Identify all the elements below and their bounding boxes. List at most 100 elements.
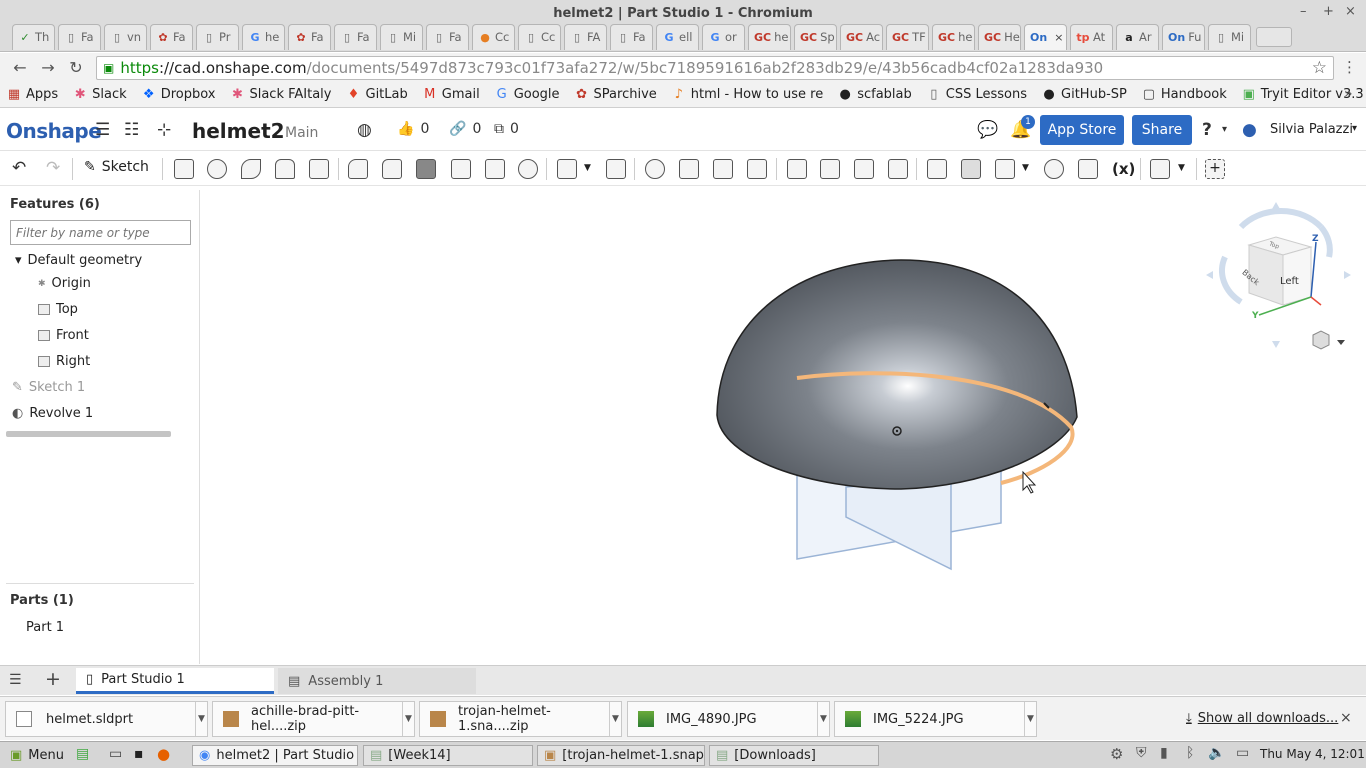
download-item[interactable]: helmet.sldprt ▼ <box>5 701 208 737</box>
browser-tab[interactable]: ▯ FA <box>564 23 607 50</box>
reload-button[interactable]: ↻ <box>62 58 90 77</box>
close-window-button[interactable]: × <box>1345 4 1356 19</box>
likes[interactable]: 👍 0 <box>397 121 429 137</box>
extrude-icon[interactable] <box>174 159 194 179</box>
tab-assembly-1[interactable]: ▤ Assembly 1 <box>278 668 476 694</box>
links[interactable]: 🔗 0 <box>449 121 481 137</box>
feature-front-plane[interactable]: Front <box>38 328 89 343</box>
measure-icon[interactable] <box>1044 159 1064 179</box>
clock[interactable]: Thu May 4, 12:01 <box>1260 747 1365 761</box>
bookmark-item[interactable]: ♪ html - How to use re <box>671 87 824 102</box>
model-canvas[interactable] <box>201 187 1366 665</box>
mirror-icon[interactable] <box>606 159 626 179</box>
bookmark-star-icon[interactable]: ☆ <box>1312 58 1327 78</box>
address-bar[interactable]: ▣ https://cad.onshape.com/documents/5497… <box>96 56 1334 80</box>
document-name[interactable]: helmet2 <box>192 119 285 143</box>
maximize-button[interactable]: + <box>1323 4 1334 19</box>
battery-icon[interactable]: ▭ <box>1236 745 1249 761</box>
browser-tab[interactable]: ✿ Fa <box>150 23 193 50</box>
browser-tab[interactable]: On Fu <box>1162 23 1205 50</box>
viewcube-face-left[interactable]: Left <box>1280 276 1299 287</box>
custom-features-icon[interactable] <box>1150 159 1170 179</box>
download-menu-chevron-icon[interactable]: ▼ <box>1024 702 1036 736</box>
shell-icon[interactable] <box>485 159 505 179</box>
bookmark-item[interactable]: ❖ Dropbox <box>141 87 216 102</box>
comments-icon[interactable]: 💬 <box>977 120 998 140</box>
feature-list-scrollbar[interactable] <box>6 431 171 437</box>
shield-icon[interactable]: ⛨ <box>1136 745 1147 761</box>
browser-tab[interactable]: ▯ Fa <box>334 23 377 50</box>
pattern-icon[interactable] <box>557 159 577 179</box>
rib-icon[interactable] <box>451 159 471 179</box>
helix-chevron-down-icon[interactable]: ▼ <box>1022 163 1029 173</box>
browser-tab[interactable]: ▯ Pr <box>196 23 239 50</box>
move-face-icon[interactable] <box>854 159 874 179</box>
feature-default-geometry[interactable]: ▾ Default geometry <box>15 253 142 268</box>
tab-part-studio-1[interactable]: ▯ Part Studio 1 <box>76 668 274 694</box>
mate-connector-icon[interactable] <box>961 159 981 179</box>
draft-icon[interactable] <box>416 159 436 179</box>
view-mode-icon[interactable] <box>1312 330 1345 350</box>
delete-part-icon[interactable] <box>747 159 767 179</box>
sweep-icon[interactable] <box>241 159 261 179</box>
custom-chevron-down-icon[interactable]: ▼ <box>1178 163 1185 173</box>
start-menu-button[interactable]: ▣ Menu <box>4 745 70 766</box>
download-menu-chevron-icon[interactable]: ▼ <box>195 702 207 736</box>
parts-divider[interactable] <box>6 583 194 584</box>
part-item[interactable]: Part 1 <box>26 620 64 635</box>
bookmark-item[interactable]: G Google <box>494 87 560 102</box>
feature-filter-input[interactable] <box>10 220 191 245</box>
taskbar-window[interactable]: ▤ [Week14] <box>363 745 533 766</box>
thicken-icon[interactable] <box>309 159 329 179</box>
taskbar-window[interactable]: ▤ [Downloads] <box>709 745 879 766</box>
feature-list-icon[interactable]: ☷ <box>124 120 139 140</box>
taskbar-window[interactable]: ▣ [trojan-helmet-1.snap... <box>537 745 705 766</box>
boolean-icon[interactable] <box>645 159 665 179</box>
user-name[interactable]: Silvia Palazzi <box>1270 122 1353 137</box>
network-icon[interactable]: ▮ <box>1160 745 1168 761</box>
hole-icon[interactable] <box>518 159 538 179</box>
bookmark-item[interactable]: M Gmail <box>422 87 480 102</box>
modify-fillet-icon[interactable] <box>787 159 807 179</box>
feature-origin[interactable]: ✱ Origin <box>38 276 91 291</box>
browser-tab[interactable]: ▯ Mi <box>380 23 423 50</box>
browser-tab[interactable]: ▯ Fa <box>58 23 101 50</box>
insert-icon[interactable]: ⊹ <box>157 120 171 140</box>
add-tab-icon[interactable]: + <box>45 668 61 690</box>
browser-tab[interactable]: ▯ Mi <box>1208 23 1251 50</box>
copies[interactable]: ⧉ 0 <box>494 121 519 137</box>
undo-icon[interactable]: ↶ <box>12 158 26 178</box>
helix-icon[interactable] <box>995 159 1015 179</box>
feature-right-plane[interactable]: Right <box>38 354 90 369</box>
feature-top-plane[interactable]: Top <box>38 302 78 317</box>
section-view-icon[interactable] <box>1078 159 1098 179</box>
browser-tab[interactable]: GC he <box>748 23 791 50</box>
view-cube[interactable] <box>1206 202 1351 348</box>
tab-close-icon[interactable]: × <box>1054 31 1063 44</box>
add-toolbar-icon[interactable]: + <box>1205 159 1225 179</box>
avatar[interactable]: ● <box>1242 120 1257 140</box>
chevron-down-icon[interactable]: ▾ <box>15 253 22 268</box>
close-downloads-icon[interactable]: × <box>1340 710 1352 726</box>
browser-tab[interactable]: a Ar <box>1116 23 1159 50</box>
share-button[interactable]: Share <box>1132 115 1192 145</box>
download-item[interactable]: trojan-helmet-1.sna....zip ▼ <box>419 701 622 737</box>
transform-icon[interactable] <box>713 159 733 179</box>
sketch-button[interactable]: ✎ Sketch <box>84 159 149 175</box>
download-item[interactable]: achille-brad-pitt-hel....zip ▼ <box>212 701 415 737</box>
terminal-icon[interactable]: ▪ <box>134 746 144 762</box>
browser-tab[interactable]: ▯ Cc <box>518 23 561 50</box>
browser-menu-icon[interactable]: ⋮ <box>1342 58 1357 76</box>
bookmark-item[interactable]: ✿ SParchive <box>574 87 657 102</box>
browser-tab[interactable]: GC TF <box>886 23 929 50</box>
download-menu-chevron-icon[interactable]: ▼ <box>402 702 414 736</box>
globe-icon[interactable]: ◍ <box>357 120 372 140</box>
chamfer-icon[interactable] <box>382 159 402 179</box>
bookmark-item[interactable]: ✱ Slack <box>72 87 127 102</box>
show-desktop-icon[interactable]: ▭ <box>109 746 122 762</box>
bookmark-item[interactable]: ● GitHub-SP <box>1041 87 1127 102</box>
bluetooth-icon[interactable]: ᛒ <box>1186 745 1194 761</box>
replace-face-icon[interactable] <box>888 159 908 179</box>
browser-tab[interactable]: GC Ac <box>840 23 883 50</box>
user-chevron-down-icon[interactable]: ▾ <box>1352 123 1357 134</box>
